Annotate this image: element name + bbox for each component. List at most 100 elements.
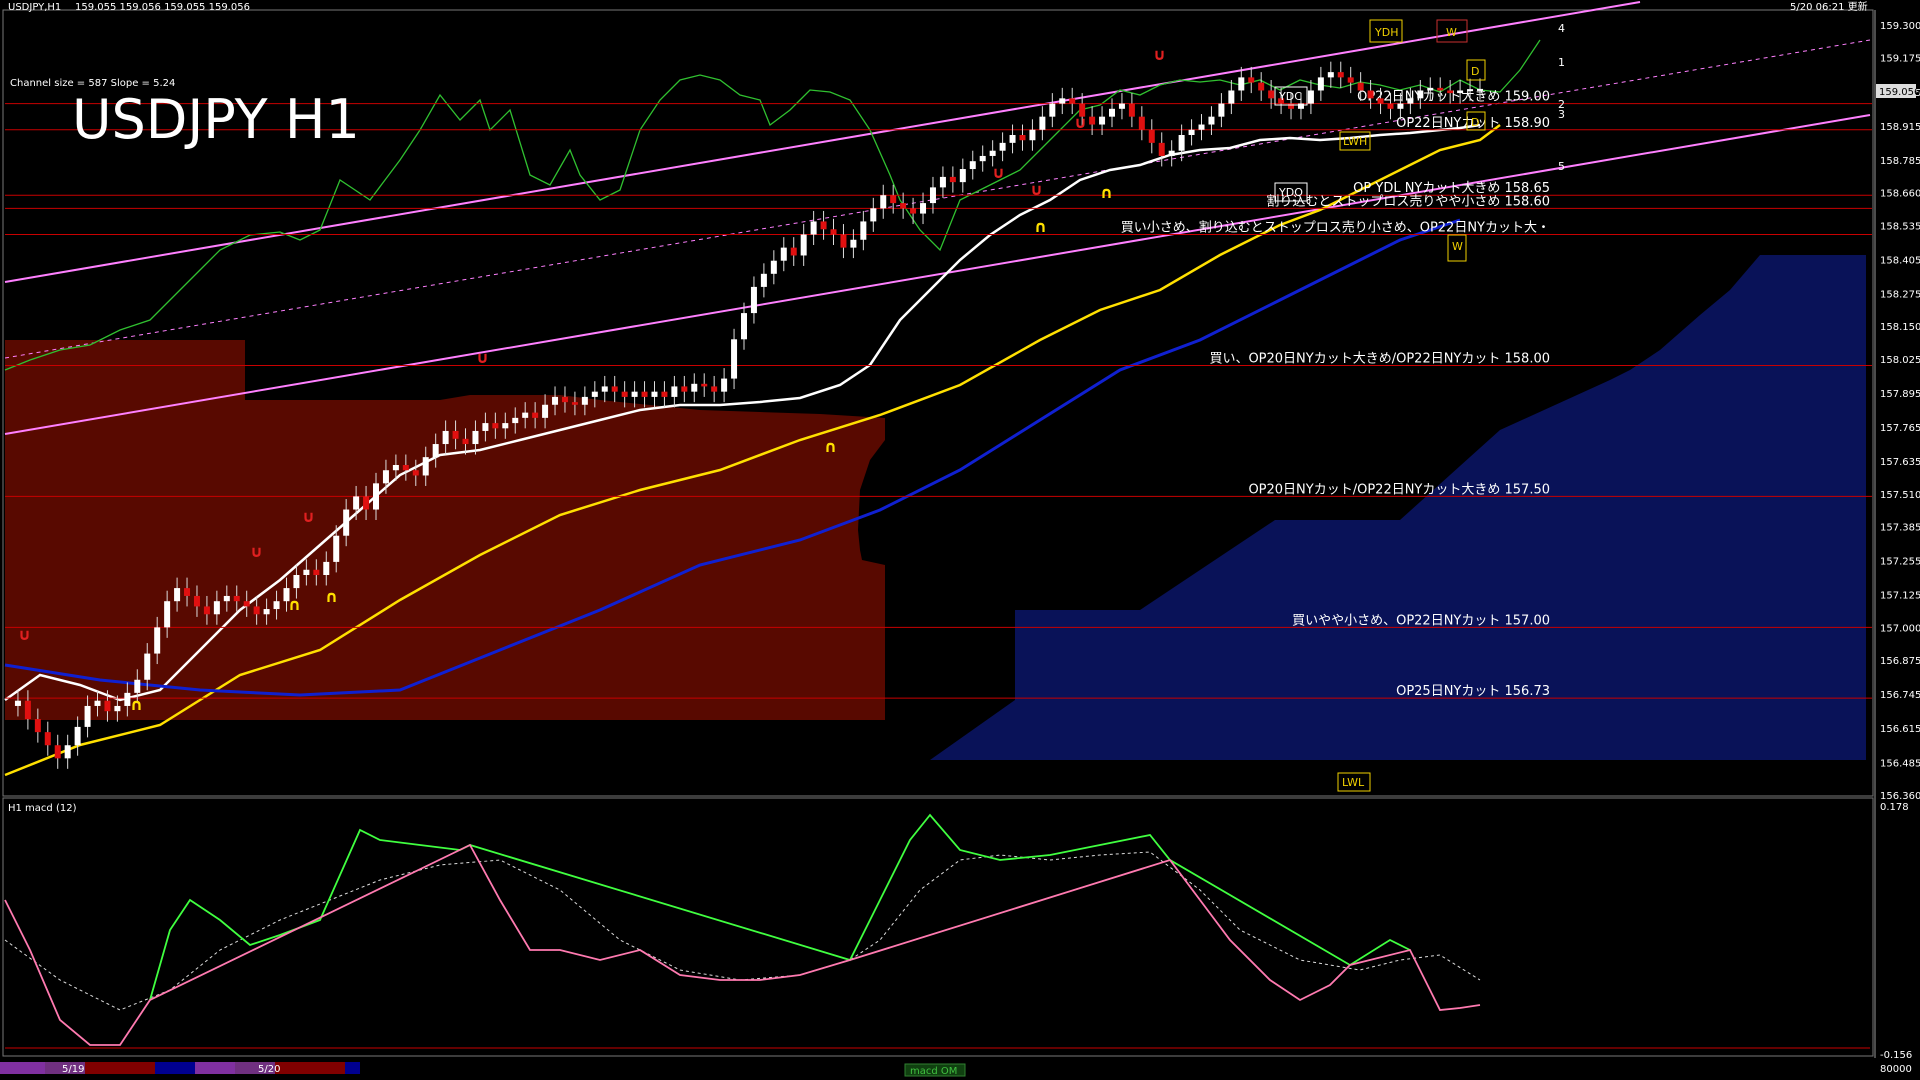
candle-body <box>750 286 757 314</box>
price-axis-label: 157.255 <box>1880 557 1920 568</box>
price-axis-label: 158.660 <box>1880 189 1920 200</box>
candle-body <box>184 588 191 596</box>
candle-body <box>522 412 529 418</box>
candle-body <box>382 470 389 484</box>
candle-body <box>581 396 588 405</box>
candle-body <box>621 391 628 397</box>
chart-big-title: USDJPY H1 <box>72 88 360 151</box>
candle-body <box>731 339 738 379</box>
marker-yellow: ∩ <box>1034 217 1047 236</box>
candle-body <box>840 234 847 248</box>
level-label: OP20日NYカット/OP22日NYカット大きめ 157.50 <box>1248 482 1550 497</box>
channel-label: 1 <box>1558 56 1565 69</box>
marker-red: ∪ <box>1074 113 1087 132</box>
candle-body <box>343 509 350 536</box>
candle-body <box>14 700 21 706</box>
candle-body <box>929 187 936 204</box>
macd-scale-top: 0.178 <box>1880 802 1909 813</box>
candle-body <box>830 229 837 235</box>
price-axis-label: 158.025 <box>1880 355 1920 366</box>
tag-ydo: YDO <box>1274 182 1308 202</box>
candle-body <box>1198 124 1205 130</box>
indicator-tab-text[interactable]: macd OM <box>910 1066 957 1077</box>
price-axis-label: 157.635 <box>1880 457 1920 468</box>
datetime-info: 5/20 06:21 更新 <box>1790 0 1868 13</box>
marker-red: ∪ <box>302 507 315 526</box>
current-price-text: 159.056 <box>1879 87 1920 98</box>
price-axis-label: 156.360 <box>1880 791 1920 802</box>
candle-body <box>392 465 399 471</box>
candle-body <box>144 653 151 680</box>
candle-body <box>54 745 61 759</box>
tag-ydc-text: YDC <box>1278 90 1302 103</box>
candle-body <box>800 234 807 256</box>
candle-body <box>760 273 767 287</box>
candle-body <box>850 239 857 248</box>
candle-body <box>1337 72 1344 78</box>
candle-body <box>681 386 688 392</box>
price-axis-label: 156.615 <box>1880 724 1920 735</box>
candle-body <box>44 732 51 746</box>
marker-red: ∪ <box>1030 180 1043 199</box>
price-axis-label: 156.875 <box>1880 656 1920 667</box>
candle-body <box>890 195 897 204</box>
candle-body <box>1437 87 1444 91</box>
candle-body <box>1477 88 1483 91</box>
candle-body <box>323 561 330 575</box>
ohlc-info: 159.055 159.056 159.055 159.056 <box>75 2 250 13</box>
price-axis-label: 159.175 <box>1880 54 1920 65</box>
price-axis-label: 159.300 <box>1880 21 1920 32</box>
candle-body <box>641 391 648 397</box>
tag-w-lower-text: W <box>1452 240 1463 253</box>
candle-body <box>353 496 360 510</box>
candle-body <box>959 169 966 183</box>
price-axis-label: 157.000 <box>1880 623 1920 634</box>
price-axis-label: 156.745 <box>1880 690 1920 701</box>
candle-body <box>104 700 111 712</box>
candle-body <box>1377 98 1384 104</box>
candle-body <box>223 595 230 602</box>
candle-body <box>1457 90 1464 94</box>
price-axis-label: 158.785 <box>1880 156 1920 167</box>
candle-body <box>213 601 220 615</box>
candle-body <box>770 260 777 274</box>
candle-body <box>1248 77 1255 83</box>
candle-body <box>1178 135 1185 151</box>
price-axis-label: 156.485 <box>1880 758 1920 769</box>
channel-label: 5 <box>1558 160 1565 173</box>
candle-body <box>1297 103 1304 109</box>
candle-body <box>661 391 668 397</box>
candle-body <box>1347 77 1354 83</box>
price-axis-label: 157.895 <box>1880 389 1920 400</box>
candle-body <box>233 595 240 602</box>
candle-body <box>1357 82 1364 91</box>
level-label: OP25日NYカット 156.73 <box>1396 684 1550 699</box>
level-label: 買い、OP20日NYカット大きめ/OP22日NYカット 158.00 <box>1209 351 1550 366</box>
candle-body <box>1208 116 1215 125</box>
channel-label: 4 <box>1558 22 1565 35</box>
level-label: OP22日NYカット大きめ 159.00 <box>1357 90 1550 105</box>
level-label: 買いやや小さめ、OP22日NYカット 157.00 <box>1292 613 1550 628</box>
macd-scale-bottom: -0.156 <box>1880 1050 1912 1061</box>
tag-d-top-text: D <box>1471 65 1479 78</box>
candle-body <box>1268 90 1275 99</box>
candle-body <box>611 386 618 392</box>
candle-body <box>969 161 976 170</box>
candle-body <box>949 176 956 183</box>
candle-body <box>711 386 718 392</box>
candle-body <box>989 150 996 156</box>
marker-red: ∪ <box>1153 45 1166 64</box>
candle-body <box>1387 103 1394 109</box>
candle-body <box>1228 90 1235 104</box>
candle-body <box>1029 129 1036 141</box>
candle-body <box>1288 103 1295 109</box>
candle-body <box>1118 103 1125 109</box>
candle-body <box>601 386 608 392</box>
candle-body <box>542 404 549 418</box>
price-axis-label: 157.510 <box>1880 490 1920 501</box>
candle-body <box>1148 129 1155 143</box>
price-axis-label: 157.385 <box>1880 523 1920 534</box>
price-axis-label: 158.915 <box>1880 122 1920 133</box>
trading-chart: OP22日NYカット大きめ 159.00OP22日NYカット 158.90OP … <box>0 0 1920 1080</box>
candle-body <box>561 396 568 403</box>
